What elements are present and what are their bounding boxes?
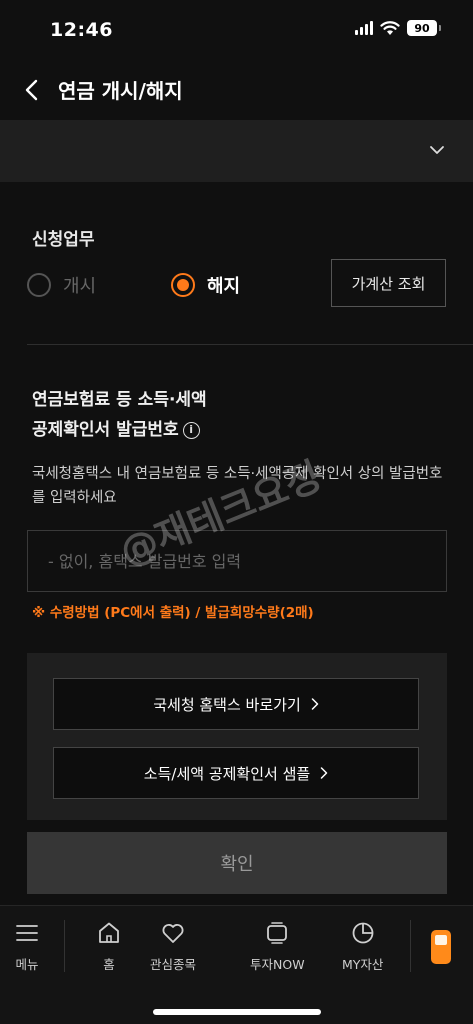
chevron-right-icon [320,767,328,779]
radio-button-selected[interactable] [171,273,195,297]
app-shortcut-icon[interactable] [431,930,451,964]
link-panel: 국세청 홈택스 바로가기 소득/세액 공제확인서 샘플 [27,653,447,820]
chevron-down-icon [430,146,444,154]
heart-icon [162,924,184,943]
chevron-right-icon [311,698,319,710]
tab-label-menu: 메뉴 [15,957,39,972]
nav-header: 연금 개시/해지 [0,62,473,118]
pie-chart-icon [352,922,374,944]
divider [27,344,473,345]
page-title: 연금 개시/해지 [58,79,183,103]
hometax-link-label: 국세청 홈택스 바로가기 [153,695,301,714]
radio-option-open[interactable]: 개시 [27,272,96,298]
account-dropdown[interactable] [0,120,473,182]
issue-number-title-line2-wrap: 공제확인서 발급번호 i [32,415,207,445]
home-icon [99,922,119,943]
tab-separator [410,920,411,972]
radio-label-open: 개시 [63,276,97,297]
tv-icon [267,922,288,944]
household-inquiry-button[interactable]: 가계산 조회 [331,259,446,307]
cellular-signal-icon [355,21,373,35]
wifi-icon [380,20,400,35]
battery-indicator: 90 [407,20,441,36]
tab-watchlist[interactable]: 관심종목 [150,920,196,973]
tab-label-invest-now: 투자NOW [250,957,305,972]
tab-my-assets[interactable]: MY자산 [342,920,383,973]
info-icon[interactable]: i [182,421,200,439]
tab-label-watchlist: 관심종목 [150,957,197,972]
field-description: 국세청홈택스 내 연금보험료 등 소득·세액공제 확인서 상의 발급번호를 입력… [32,466,443,506]
application-type-label: 신청업무 [32,230,95,250]
home-indicator [153,1009,321,1015]
status-icons: 90 [355,20,441,36]
radio-button-unselected[interactable] [27,273,51,297]
issue-number-title: 연금보험료 등 소득·세액 공제확인서 발급번호 i [32,385,207,445]
back-arrow-icon[interactable] [20,76,46,104]
bottom-tab-bar: 메뉴 홈 관심종목 투자NOW MY자산 [0,905,473,1024]
confirm-button[interactable]: 확인 [27,832,447,894]
status-time: 12:46 [50,19,113,41]
radio-label-terminate: 해지 [207,276,241,297]
menu-icon [16,925,38,941]
issue-number-title-line2: 공제확인서 발급번호 [32,420,179,440]
tab-menu[interactable]: 메뉴 [14,920,40,973]
status-bar: 12:46 90 [0,0,473,62]
hometax-link-button[interactable]: 국세청 홈택스 바로가기 [53,678,419,730]
issue-number-title-line1: 연금보험료 등 소득·세액 [32,390,207,410]
tab-home[interactable]: 홈 [96,920,122,973]
tab-invest-now[interactable]: 투자NOW [250,920,305,973]
receipt-notice: ※ 수령방법 (PC에서 출력) / 발급희망수량(2매) [32,605,314,621]
radio-option-terminate[interactable]: 해지 [171,272,240,298]
certificate-sample-label: 소득/세액 공제확인서 샘플 [143,764,311,783]
tab-label-my-assets: MY자산 [342,957,384,972]
tab-separator [64,920,65,972]
certificate-sample-button[interactable]: 소득/세액 공제확인서 샘플 [53,747,419,799]
issue-number-input[interactable] [27,530,447,592]
tab-label-home: 홈 [103,957,115,972]
